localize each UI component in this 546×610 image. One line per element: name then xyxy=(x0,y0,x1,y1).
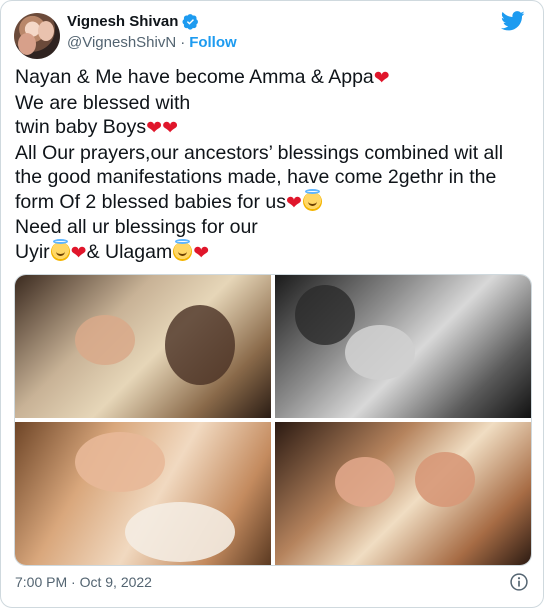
avatar-face-1 xyxy=(18,33,36,55)
red-heart-emoji: ❤ xyxy=(70,242,87,264)
tweet-line-8a-text: Uyir xyxy=(15,240,50,263)
photo-4-feet-2 xyxy=(415,452,475,507)
photo-2[interactable] xyxy=(275,275,531,418)
red-heart-emoji: ❤❤ xyxy=(146,118,178,139)
tweet-line-3-text: twin baby Boys xyxy=(15,116,147,138)
photo-4-feet xyxy=(335,457,395,507)
tweet-line-7: Need all ur blessings for our xyxy=(15,215,535,240)
red-heart-emoji: ❤ xyxy=(373,68,390,89)
tweet-line-2-text: We are blessed with xyxy=(15,91,191,114)
tweet-line-2: We are blessed with xyxy=(15,91,535,116)
red-heart-emoji: ❤ xyxy=(193,242,210,264)
tweet-line-4-text: All Our prayers,our ancestors’ blessings… xyxy=(15,141,504,164)
author-name-row: Vignesh Shivan xyxy=(67,13,199,30)
smiling-face-with-halo-emoji xyxy=(173,238,193,261)
tweet-line-6-text: form Of 2 blessed babies for us xyxy=(15,190,286,213)
media-grid xyxy=(14,274,532,566)
photo-1[interactable] xyxy=(15,275,271,418)
smiling-face-with-halo-emoji xyxy=(50,238,70,261)
photo-4[interactable] xyxy=(275,422,531,565)
tweet-text: Nayan & Me have become Amma & Appa❤ We a… xyxy=(15,65,535,265)
tweet-line-8: Uyir ❤& Ulagam ❤ xyxy=(15,238,535,266)
twitter-bird-icon[interactable] xyxy=(501,11,525,31)
author-handle[interactable]: @VigneshShivN xyxy=(67,34,176,51)
tweet-line-5-text: the good manifestations made, have come … xyxy=(15,166,497,188)
red-heart-emoji: ❤ xyxy=(285,192,302,214)
photo-2-hair xyxy=(295,285,355,345)
tweet-line-5: the good manifestations made, have come … xyxy=(15,165,535,190)
tweet-line-4: All Our prayers,our ancestors’ blessings… xyxy=(15,141,535,166)
handle-separator: · xyxy=(180,34,186,51)
info-icon[interactable] xyxy=(509,572,529,592)
smiling-face-with-halo-emoji xyxy=(302,188,322,211)
author-handle-row: @VigneshShivN · Follow xyxy=(67,34,237,51)
photo-3-feet xyxy=(75,432,165,492)
tweet-line-6: form Of 2 blessed babies for us❤ xyxy=(15,188,535,216)
tweet-line-3: twin baby Boys❤❤ xyxy=(15,115,535,141)
tweet-line-8b-text: & Ulagam xyxy=(86,240,173,263)
author-avatar[interactable] xyxy=(14,13,60,59)
tweet-line-1: Nayan & Me have become Amma & Appa❤ xyxy=(15,65,535,91)
author-name[interactable]: Vignesh Shivan xyxy=(67,13,178,30)
photo-2-feet xyxy=(345,325,415,380)
verified-badge-icon xyxy=(182,14,199,30)
tweet-line-7-text: Need all ur blessings for our xyxy=(15,216,258,238)
photo-3-blanket xyxy=(125,502,235,562)
tweet-line-1-text: Nayan & Me have become Amma & Appa xyxy=(15,66,374,88)
photo-1-hand xyxy=(165,305,235,385)
avatar-face-2 xyxy=(38,21,54,41)
follow-button[interactable]: Follow xyxy=(189,34,237,51)
photo-1-feet xyxy=(75,315,135,365)
tweet-timestamp[interactable]: 7:00 PM · Oct 9, 2022 xyxy=(15,574,152,590)
tweet-card: Vignesh Shivan @VigneshShivN · Follow Na… xyxy=(0,0,544,608)
photo-3[interactable] xyxy=(15,422,271,565)
